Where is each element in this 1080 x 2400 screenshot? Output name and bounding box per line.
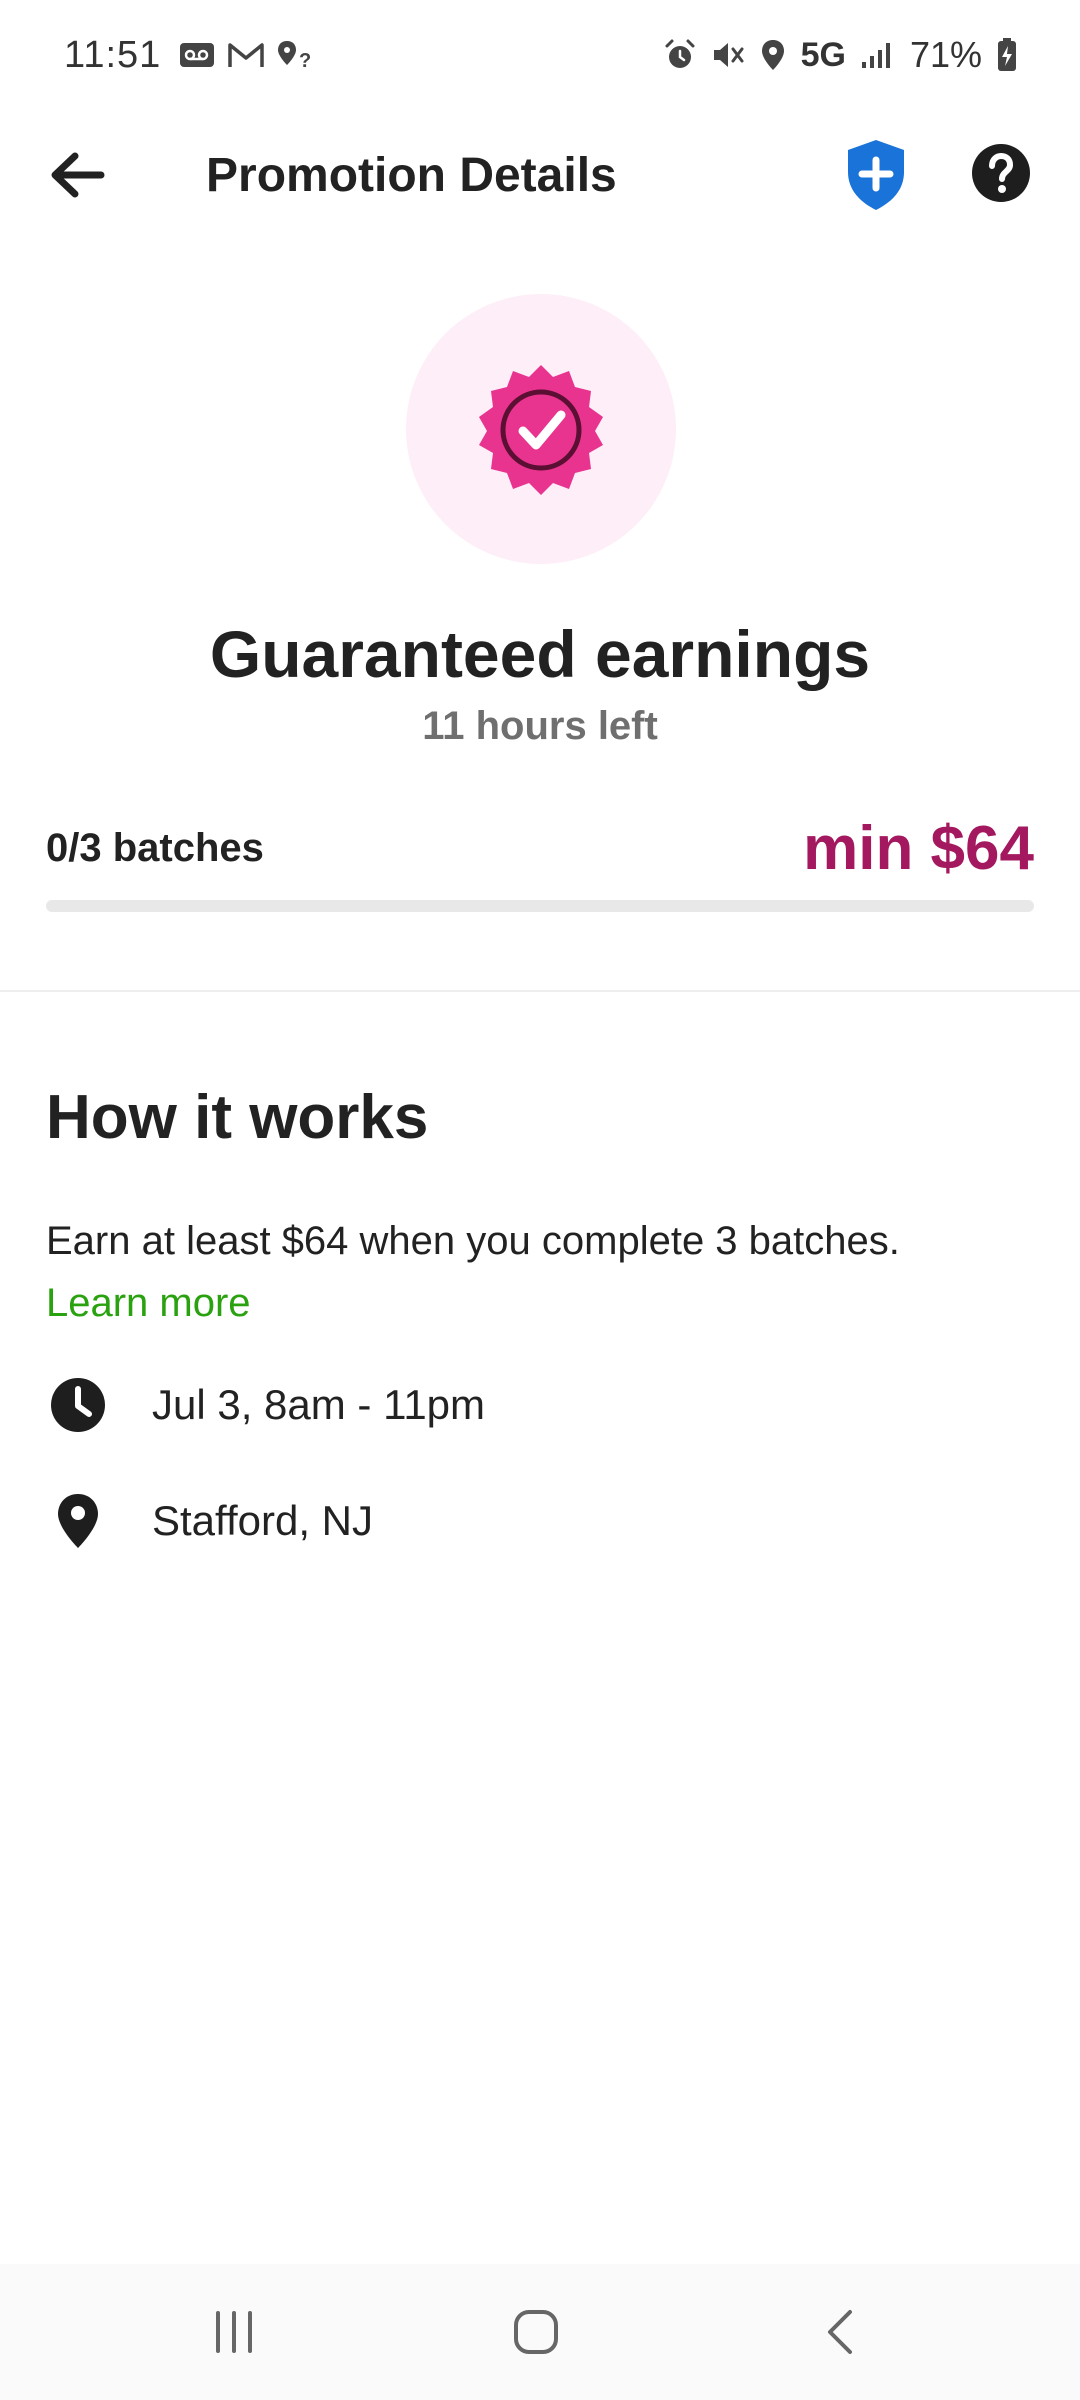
back-button[interactable] — [44, 142, 110, 208]
svg-text:?: ? — [299, 50, 311, 71]
recent-apps-button[interactable] — [194, 2298, 274, 2366]
learn-more-link[interactable]: Learn more — [46, 1272, 1036, 1334]
verified-badge-icon — [479, 365, 603, 495]
progress-row: 0/3 batches min $64 — [46, 810, 1034, 886]
shield-plus-icon — [848, 140, 904, 210]
app-bar: Promotion Details — [0, 120, 1080, 230]
schedule-text: Jul 3, 8am - 11pm — [152, 1381, 486, 1428]
help-button[interactable] — [970, 142, 1032, 204]
help-circle-icon — [972, 144, 1030, 202]
recent-apps-icon — [216, 2311, 252, 2353]
promotion-details-screen: 11:51 ? 5G 71% Promotion Details Guarant… — [0, 0, 1080, 2400]
home-icon — [514, 2310, 558, 2354]
location-row: Stafford, NJ — [46, 1486, 1034, 1556]
system-nav-bar — [0, 2264, 1080, 2400]
min-amount: min $64 — [803, 813, 1034, 883]
system-back-button[interactable] — [800, 2298, 880, 2366]
safety-button[interactable] — [844, 138, 908, 212]
status-time: 11:51 — [64, 33, 162, 76]
arrow-left-icon — [51, 152, 105, 198]
home-button[interactable] — [496, 2298, 576, 2366]
alarm-icon — [665, 39, 695, 68]
location-icon — [761, 40, 784, 70]
description-text: Earn at least $64 when you complete 3 ba… — [46, 1219, 900, 1263]
status-left: 11:51 ? — [64, 34, 315, 77]
how-it-works-title: How it works — [46, 1083, 429, 1152]
how-it-works-description: Earn at least $64 when you complete 3 ba… — [46, 1210, 1036, 1334]
page-title: Promotion Details — [206, 149, 617, 202]
gmail-icon — [228, 43, 265, 67]
mute-icon — [713, 43, 744, 67]
location-text: Stafford, NJ — [152, 1497, 373, 1544]
battery-percent: 71% — [909, 34, 982, 75]
clock-icon — [46, 1373, 110, 1437]
voicemail-icon — [180, 43, 215, 67]
promotion-title: Guaranteed earnings — [209, 617, 871, 691]
status-right: 5G 71% — [663, 34, 1018, 76]
status-bar: 11:51 ? 5G 71% — [0, 0, 1080, 110]
signal-icon — [861, 43, 890, 68]
location-question-icon: ? — [278, 41, 312, 71]
map-pin-icon — [46, 1489, 110, 1553]
battery-icon — [998, 38, 1016, 71]
badge-container — [406, 294, 676, 564]
schedule-row: Jul 3, 8am - 11pm — [46, 1370, 1034, 1440]
back-icon — [828, 2310, 852, 2354]
section-divider — [0, 990, 1080, 992]
notification-icons: ? — [179, 39, 315, 71]
progress-bar — [46, 900, 1034, 912]
time-left: 11 hours left — [422, 704, 658, 748]
batches-progress: 0/3 batches — [46, 825, 264, 870]
network-label: 5G — [800, 35, 846, 74]
